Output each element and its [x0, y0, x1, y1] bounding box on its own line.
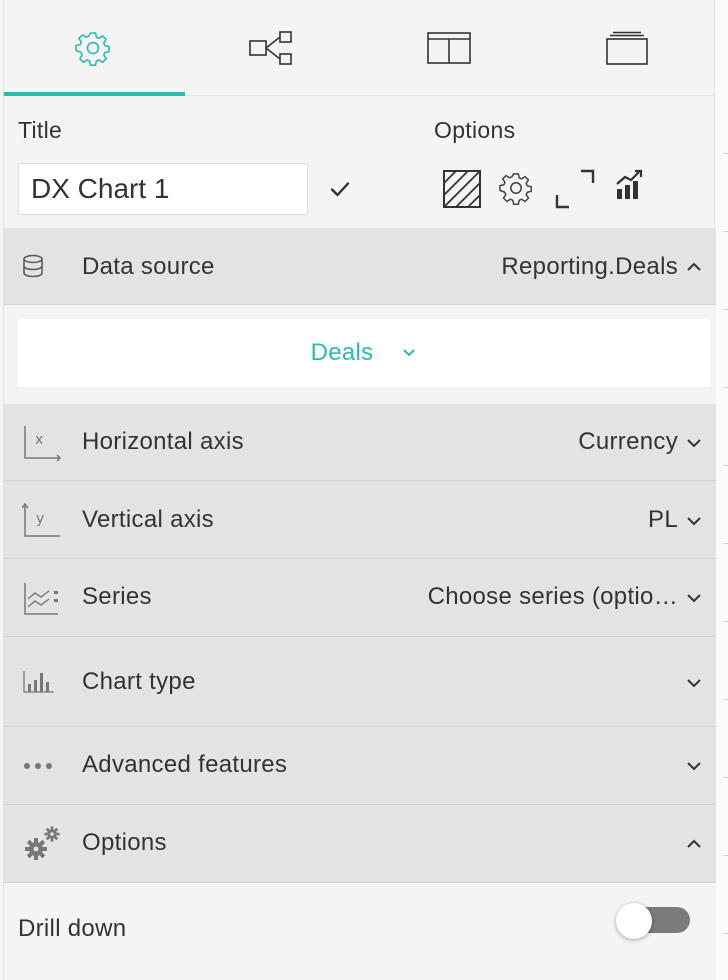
svg-text:x: x [35, 432, 43, 448]
right-gutter [715, 0, 728, 980]
data-source-row[interactable]: Data source Reporting.Deals [4, 228, 716, 305]
chart-title-input[interactable] [18, 163, 308, 215]
drill-down-label: Drill down [18, 915, 127, 942]
vertical-axis-row[interactable]: y Vertical axis PL [4, 481, 716, 559]
chevron-up-icon [687, 262, 701, 271]
bar-chart-icon [23, 671, 54, 693]
stack-icon [606, 31, 648, 65]
chevron-down-icon [403, 349, 416, 357]
chart-settings-panel: Title Options Data source Reporting.Deal… [3, 0, 716, 980]
chevron-down-icon [687, 517, 701, 526]
drill-down-toggle[interactable] [616, 903, 692, 939]
chevron-down-icon [687, 762, 701, 771]
x-axis-icon: x [24, 426, 62, 462]
chevron-down-icon [687, 679, 701, 688]
database-icon [23, 254, 43, 278]
chart-type-label: Chart type [82, 668, 196, 695]
vertical-axis-value: PL [648, 506, 678, 533]
y-axis-icon: y [22, 502, 60, 537]
vertical-axis-label: Vertical axis [82, 506, 214, 533]
hatch-pattern-icon[interactable] [441, 168, 483, 210]
tab-bar [4, 0, 716, 96]
chart-type-row[interactable]: Chart type [4, 637, 716, 727]
horizontal-axis-row[interactable]: x Horizontal axis Currency [4, 404, 716, 481]
data-source-body: Deals [4, 305, 716, 404]
horizontal-axis-value: Currency [578, 428, 678, 455]
toggle-knob [616, 903, 652, 939]
expand-icon[interactable] [553, 167, 597, 211]
tab-settings[interactable] [4, 0, 185, 96]
advanced-features-label: Advanced features [82, 751, 288, 778]
svg-text:y: y [36, 511, 44, 527]
flow-icon [249, 31, 292, 65]
chevron-down-icon [687, 439, 701, 448]
drill-down-row: Drill down [4, 883, 716, 980]
options-section-label: Options [82, 829, 167, 856]
deals-label: Deals [310, 339, 374, 366]
data-source-label: Data source [82, 253, 215, 280]
options-label: Options [434, 117, 516, 143]
layout-icon [427, 32, 471, 64]
style-gear-icon[interactable] [499, 171, 533, 205]
gear-icon [75, 32, 110, 66]
confirm-check-icon[interactable] [328, 177, 352, 201]
gears-icon [25, 826, 60, 860]
chevron-up-icon [687, 839, 701, 848]
more-dots-icon [24, 763, 52, 769]
tab-stack[interactable] [538, 0, 716, 96]
tab-flow[interactable] [182, 0, 360, 96]
chart-trend-icon[interactable] [615, 167, 645, 201]
data-source-value: Reporting.Deals [501, 253, 678, 280]
series-value: Choose series (optio… [427, 583, 678, 610]
horizontal-axis-label: Horizontal axis [82, 428, 244, 455]
series-label: Series [82, 583, 152, 610]
chevron-down-icon [687, 594, 701, 603]
advanced-features-row[interactable]: Advanced features [4, 727, 716, 805]
series-row[interactable]: Series Choose series (optio… [4, 559, 716, 637]
options-row[interactable]: Options [4, 805, 716, 883]
deals-dropdown[interactable]: Deals [18, 319, 710, 387]
series-icon [24, 583, 58, 615]
tab-layout[interactable] [360, 0, 538, 96]
title-label: Title [18, 117, 63, 143]
